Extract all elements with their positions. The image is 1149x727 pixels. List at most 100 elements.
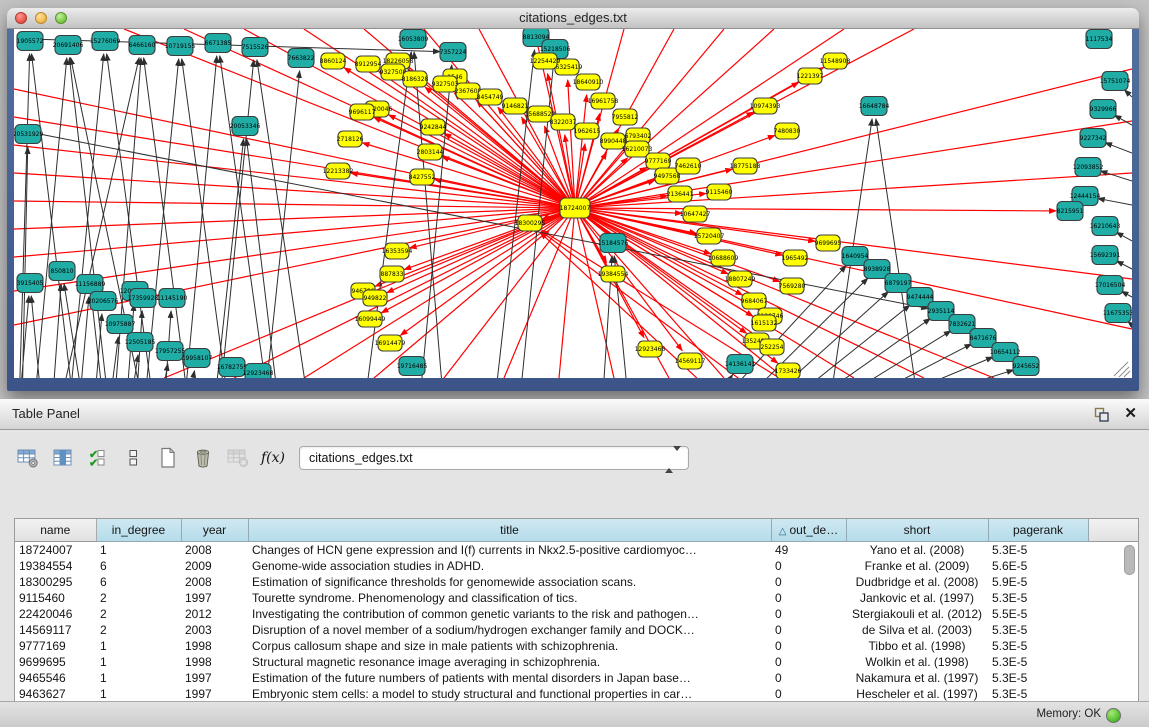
- window-titlebar[interactable]: citations_edges.txt: [7, 8, 1139, 29]
- graph-node-yellow[interactable]: 10974393: [750, 98, 781, 114]
- column-header-title[interactable]: title: [248, 519, 771, 542]
- graph-node-teal[interactable]: 1117534: [1086, 30, 1113, 49]
- graph-node-teal[interactable]: 6671385: [205, 34, 232, 53]
- table-row[interactable]: 977716911998Corpus callosum shape and si…: [15, 638, 1138, 654]
- graph-node-teal[interactable]: 19716485: [397, 357, 428, 376]
- graph-node-yellow[interactable]: 2803144: [417, 144, 444, 160]
- table-row[interactable]: 911546021997Tourette syndrome. Phenomeno…: [15, 590, 1138, 606]
- show-columns-icon[interactable]: [51, 446, 75, 470]
- graph-node-yellow[interactable]: 7955812: [612, 109, 639, 125]
- graph-node-teal[interactable]: 10975887: [105, 315, 136, 334]
- table-row[interactable]: 2242004622012Investigating the contribut…: [15, 606, 1138, 622]
- graph-node-yellow[interactable]: 8427552: [409, 169, 436, 185]
- graph-node-yellow[interactable]: 8454749: [477, 89, 504, 105]
- float-panel-icon[interactable]: [1094, 407, 1109, 422]
- graph-node-teal[interactable]: 17359928: [128, 289, 159, 308]
- graph-node-teal[interactable]: 15692391: [1090, 246, 1121, 265]
- table-row[interactable]: 969969511998Structural magnetic resonanc…: [15, 654, 1138, 670]
- graph-node-teal[interactable]: 16648784: [859, 97, 890, 116]
- graph-node-yellow[interactable]: 19384554: [598, 266, 629, 282]
- graph-node-yellow[interactable]: 1221397: [797, 68, 824, 84]
- graph-node-yellow[interactable]: 18775188: [730, 158, 761, 174]
- graph-node-teal[interactable]: 9245652: [1013, 357, 1040, 376]
- close-icon[interactable]: ✕: [1124, 403, 1137, 425]
- graph-node-yellow[interactable]: 949822: [363, 290, 387, 306]
- graph-node-yellow[interactable]: 1965492: [782, 250, 809, 266]
- table-row[interactable]: 946362711997Embryonic stem cells: a mode…: [15, 686, 1138, 702]
- graph-node-teal[interactable]: 14136141: [725, 355, 756, 374]
- graph-node-yellow[interactable]: 1962615: [574, 123, 601, 139]
- graph-node-teal[interactable]: 3915405: [17, 274, 44, 293]
- table-mode-icon[interactable]: [16, 446, 40, 470]
- graph-node-teal[interactable]: 8215951: [1057, 202, 1084, 221]
- graph-node-teal[interactable]: 9329966: [1090, 100, 1117, 119]
- graph-node-teal[interactable]: 20531929: [14, 125, 43, 144]
- graph-node-teal[interactable]: 16053809: [398, 30, 429, 49]
- graph-node-teal[interactable]: 11156889: [75, 275, 106, 294]
- column-header-year[interactable]: year: [181, 519, 248, 542]
- graph-node-teal[interactable]: 16210643: [1090, 217, 1121, 236]
- graph-node-yellow[interactable]: 8322037: [550, 114, 577, 130]
- table-row[interactable]: 946554611997Estimation of the future num…: [15, 670, 1138, 686]
- graph-node-teal[interactable]: 15184576: [598, 234, 629, 253]
- graph-node-teal[interactable]: 1905572: [17, 32, 44, 51]
- graph-node-yellow[interactable]: 8860124: [320, 53, 347, 69]
- graph-node-yellow[interactable]: 2136441: [667, 186, 694, 202]
- row-height-icon[interactable]: [121, 446, 145, 470]
- graph-node-yellow[interactable]: 9777169: [645, 153, 672, 169]
- graph-node-yellow[interactable]: 252254: [760, 339, 784, 355]
- graph-node-teal[interactable]: 11675353: [1103, 304, 1132, 323]
- graph-node-yellow[interactable]: 9699695: [815, 235, 842, 251]
- table-selector-dropdown[interactable]: citations_edges.txt: [299, 446, 689, 470]
- column-header-outde[interactable]: △out_de…: [771, 519, 846, 542]
- graph-node-yellow[interactable]: 16353594: [382, 243, 413, 259]
- scrollbar-thumb[interactable]: [1124, 545, 1135, 575]
- graph-node-yellow[interactable]: 9115460: [706, 184, 733, 200]
- graph-node-teal[interactable]: 20691406: [53, 36, 84, 55]
- graph-node-teal[interactable]: 12505185: [125, 333, 156, 352]
- graph-node-teal[interactable]: 12093852: [1073, 158, 1104, 177]
- graph-node-yellow[interactable]: 16914479: [375, 335, 406, 351]
- graph-node-teal[interactable]: 7663822: [288, 49, 315, 68]
- table-row[interactable]: 1938455462009Genome-wide association stu…: [15, 558, 1138, 574]
- graph-node-teal[interactable]: 12923468: [243, 364, 274, 379]
- graph-node-yellow[interactable]: 7569280: [779, 278, 806, 294]
- graph-node-yellow[interactable]: 16099449: [355, 311, 386, 327]
- graph-node-hub[interactable]: 18724007: [560, 198, 591, 218]
- table-row[interactable]: 1830029562008Estimation of significance …: [15, 574, 1138, 590]
- resize-grip-icon[interactable]: [1119, 367, 1129, 377]
- graph-node-yellow[interactable]: 12213382: [323, 163, 354, 179]
- graph-node-yellow[interactable]: 1615132: [751, 315, 778, 331]
- graph-node-teal[interactable]: 850810: [49, 262, 75, 281]
- graph-node-yellow[interactable]: 10647427: [680, 206, 711, 222]
- function-builder-icon[interactable]: f(x): [261, 450, 285, 466]
- graph-node-yellow[interactable]: 14569117: [675, 353, 706, 369]
- graph-node-yellow[interactable]: 7480830: [774, 123, 801, 139]
- resize-grip-icon[interactable]: [1124, 371, 1130, 377]
- graph-node-yellow[interactable]: 12254429: [530, 53, 561, 69]
- graph-node-teal[interactable]: 10719155: [165, 37, 196, 56]
- column-header-name[interactable]: name: [15, 519, 96, 542]
- graph-node-yellow[interactable]: 9684067: [741, 293, 768, 309]
- graph-node-teal[interactable]: 20206576: [88, 292, 119, 311]
- graph-node-yellow[interactable]: 15720407: [694, 228, 725, 244]
- column-header-pagerank[interactable]: pagerank: [988, 519, 1088, 542]
- graph-node-yellow[interactable]: 887833: [380, 266, 404, 282]
- graph-node-yellow[interactable]: 12923466: [635, 341, 666, 357]
- graph-node-teal[interactable]: 7357224: [440, 43, 467, 62]
- graph-node-yellow[interactable]: 8912954: [355, 56, 382, 72]
- delete-table-icon[interactable]: [226, 446, 250, 470]
- network-graph-canvas[interactable]: 1905572206914061527606964661601071915566…: [14, 29, 1132, 378]
- graph-node-teal[interactable]: 17016504: [1095, 276, 1126, 295]
- graph-node-yellow[interactable]: 8186328: [402, 71, 429, 87]
- graph-node-yellow[interactable]: 2718126: [337, 131, 364, 147]
- graph-node-teal[interactable]: 15751074: [1100, 72, 1131, 91]
- column-header-short[interactable]: short: [846, 519, 988, 542]
- delete-column-icon[interactable]: [191, 446, 215, 470]
- resize-grip-icon[interactable]: [1114, 362, 1128, 376]
- graph-node-teal[interactable]: 7515526: [242, 38, 269, 57]
- graph-node-yellow[interactable]: 18807249: [725, 271, 756, 287]
- graph-node-yellow[interactable]: 16961758: [588, 93, 619, 109]
- graph-node-teal[interactable]: 9227342: [1080, 129, 1107, 148]
- table-row[interactable]: 1872400712008Changes of HCN gene express…: [15, 542, 1138, 559]
